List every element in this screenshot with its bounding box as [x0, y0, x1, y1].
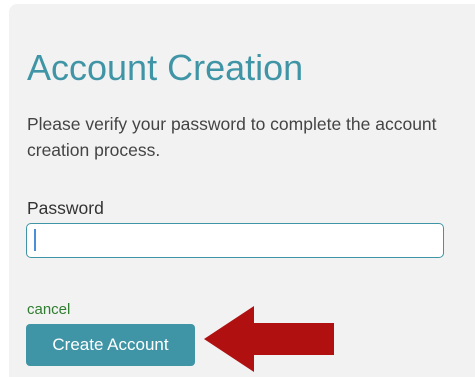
instructions-text: Please verify your password to complete …: [27, 114, 437, 160]
red-arrow-annotation: [204, 306, 334, 372]
password-label: Password: [27, 198, 104, 218]
arrow-left-icon: [204, 306, 334, 372]
password-field[interactable]: [26, 223, 444, 258]
text-cursor: [34, 229, 36, 251]
cancel-link[interactable]: cancel: [27, 301, 70, 319]
create-account-button[interactable]: Create Account: [26, 324, 195, 366]
page-title: Account Creation: [27, 47, 304, 88]
